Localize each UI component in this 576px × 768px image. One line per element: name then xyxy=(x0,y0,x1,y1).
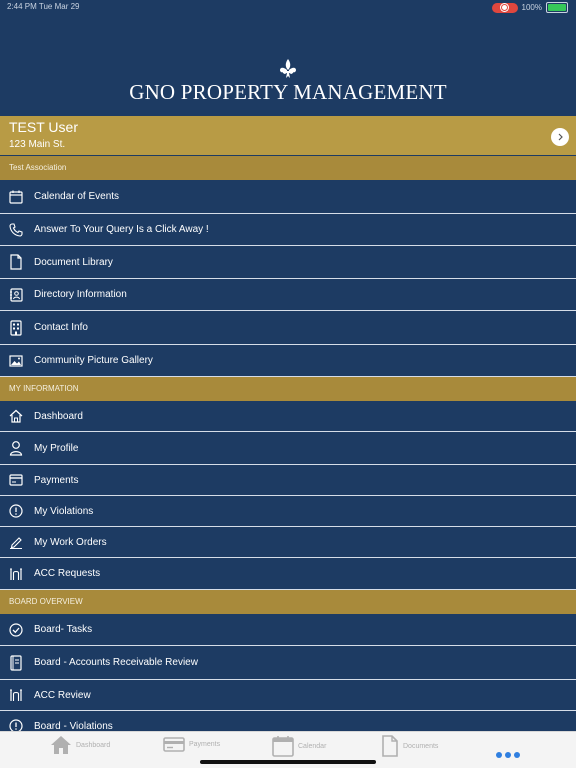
battery-icon xyxy=(546,2,568,13)
screen-record-icon xyxy=(491,2,518,13)
menu-item-directory-information[interactable]: Directory Information xyxy=(0,279,576,311)
section-header-my-information: MY INFORMATION xyxy=(0,377,576,401)
person-icon xyxy=(8,440,24,456)
menu-item-document-library[interactable]: Document Library xyxy=(0,246,576,279)
menu-item-label: Payments xyxy=(34,474,79,486)
menu-item-label: My Violations xyxy=(34,505,94,517)
phone-icon xyxy=(8,222,24,238)
credit-card-icon xyxy=(8,472,24,488)
chevron-right-icon[interactable] xyxy=(551,128,569,146)
tab-documents-label: Documents xyxy=(403,742,439,750)
brand-name: GNO PROPERTY MANAGEMENT xyxy=(129,80,447,104)
menu-item-label: Document Library xyxy=(34,256,113,268)
alert-circle-icon xyxy=(8,503,24,519)
menu-item-board-accounts-receivable[interactable]: Board - Accounts Receivable Review xyxy=(0,646,576,680)
menu-item-label: ACC Requests xyxy=(34,568,101,579)
status-bar: 2:44 PM Tue Mar 29 100% xyxy=(0,0,576,14)
menu-item-label: Contact Info xyxy=(34,322,88,333)
menu-item-label: Board - Accounts Receivable Review xyxy=(34,657,198,668)
section-header-board-overview: BOARD OVERVIEW xyxy=(0,590,576,614)
calendar-icon xyxy=(8,189,24,205)
menu-item-label: My Work Orders xyxy=(34,536,107,548)
section-header-association: Test Association xyxy=(0,156,576,180)
home-icon xyxy=(51,736,71,754)
menu-item-community-picture-gallery[interactable]: Community Picture Gallery xyxy=(0,345,576,377)
check-circle-icon xyxy=(8,622,24,638)
building-icon xyxy=(8,319,24,336)
tab-dashboard[interactable]: Dashboard xyxy=(50,735,110,755)
document-icon xyxy=(382,735,398,757)
menu-item-label: Directory Information xyxy=(34,289,127,300)
fleur-de-lis-icon xyxy=(280,59,296,78)
menu-item-my-violations[interactable]: My Violations xyxy=(0,496,576,527)
ledger-icon xyxy=(8,654,24,671)
menu-item-payments[interactable]: Payments xyxy=(0,465,576,496)
menu-item-label: My Profile xyxy=(34,442,79,454)
tab-calendar[interactable]: Calendar xyxy=(272,735,326,757)
credit-card-icon xyxy=(163,737,185,752)
more-icon[interactable] xyxy=(496,752,520,758)
tab-calendar-label: Calendar xyxy=(298,742,327,750)
menu-item-label: Board - Violations xyxy=(34,720,113,732)
pen-icon xyxy=(8,534,24,550)
document-icon xyxy=(8,254,24,270)
brand-header: GNO PROPERTY MANAGEMENT xyxy=(0,58,576,105)
tab-documents[interactable]: Documents xyxy=(381,735,438,757)
menu-item-label: Calendar of Events xyxy=(34,191,120,202)
tab-payments[interactable]: Payments xyxy=(163,735,220,753)
menu-item-label: Board- Tasks xyxy=(34,624,93,635)
user-name: TEST User xyxy=(9,119,78,135)
battery-percent: 100% xyxy=(521,3,542,12)
menu-item-query[interactable]: Answer To Your Query Is a Click Away ! xyxy=(0,214,576,246)
contact-card-icon xyxy=(8,287,24,303)
menu-item-acc-requests[interactable]: ACC Requests xyxy=(0,558,576,590)
menu-item-contact-info[interactable]: Contact Info xyxy=(0,311,576,345)
menu-item-board-tasks[interactable]: Board- Tasks xyxy=(0,614,576,646)
user-address: 123 Main St. xyxy=(9,139,66,150)
menu-item-calendar-of-events[interactable]: Calendar of Events xyxy=(0,180,576,214)
calendar-icon xyxy=(272,736,294,757)
arch-icon xyxy=(8,687,24,703)
menu-item-label: ACC Review xyxy=(34,689,91,701)
tab-payments-label: Payments xyxy=(189,740,221,748)
tab-dashboard-label: Dashboard xyxy=(76,741,111,749)
arch-icon xyxy=(8,566,24,582)
menu-item-label: Community Picture Gallery xyxy=(34,355,153,366)
menu-item-my-work-orders[interactable]: My Work Orders xyxy=(0,527,576,558)
menu-item-label: Answer To Your Query Is a Click Away ! xyxy=(34,224,209,235)
home-indicator[interactable] xyxy=(200,760,376,764)
menu-item-label: Dashboard xyxy=(34,410,83,422)
menu-item-dashboard[interactable]: Dashboard xyxy=(0,401,576,432)
user-card[interactable]: TEST User 123 Main St. xyxy=(0,116,576,155)
home-icon xyxy=(8,408,24,424)
menu-item-my-profile[interactable]: My Profile xyxy=(0,432,576,465)
menu-item-acc-review[interactable]: ACC Review xyxy=(0,680,576,711)
status-time: 2:44 PM Tue Mar 29 xyxy=(7,2,80,11)
image-icon xyxy=(8,353,24,369)
